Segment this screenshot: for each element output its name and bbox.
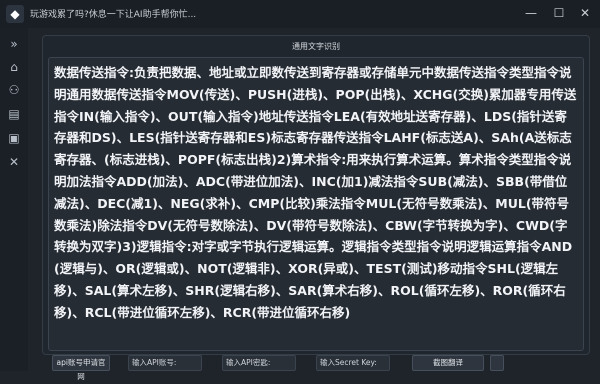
- api-account-input[interactable]: 输入API账号:: [128, 355, 202, 371]
- document-icon[interactable]: ▤: [6, 106, 22, 122]
- sidebar: » ⌂ ⚇ ▤ ▣ ✕: [0, 28, 28, 371]
- file-icon[interactable]: ▣: [6, 130, 22, 146]
- ocr-result-textarea[interactable]: 数据传送指令:负责把数据、地址或立即数传送到寄存器或存储单元中数据传送指令类型指…: [48, 57, 584, 351]
- bottom-bar: api账号申请官网 输入API账号: 输入API密匙: 输入Secret Key…: [0, 355, 600, 381]
- api-account-link[interactable]: api账号申请官网: [52, 355, 110, 381]
- screenshot-translate-button[interactable]: 截图翻译: [412, 355, 484, 371]
- game-icon[interactable]: ⚇: [6, 82, 22, 98]
- ocr-panel: 通用文字识别 数据传送指令:负责把数据、地址或立即数传送到寄存器或存储单元中数据…: [42, 35, 590, 355]
- home-icon[interactable]: ⌂: [6, 59, 22, 75]
- api-secret-input[interactable]: 输入API密匙:: [222, 355, 296, 371]
- ocr-result-text: 数据传送指令:负责把数据、地址或立即数传送到寄存器或存储单元中数据传送指令类型指…: [54, 65, 577, 320]
- maximize-icon[interactable]: ☐: [550, 4, 568, 22]
- expand-icon[interactable]: »: [6, 36, 22, 52]
- app-logo-icon: ◆: [6, 5, 24, 23]
- secret-key-input[interactable]: 输入Secret Key:: [316, 355, 390, 371]
- title-bar: ◆ 玩游戏累了吗?休息一下让AI助手帮你忙... — ☐ ✕: [0, 0, 600, 28]
- close-icon[interactable]: ✕: [6, 154, 22, 170]
- panel-title: 通用文字识别: [292, 42, 340, 51]
- minimize-icon[interactable]: —: [522, 4, 540, 22]
- window-title: 玩游戏累了吗?休息一下让AI助手帮你忙...: [30, 10, 197, 20]
- dropdown-toggle[interactable]: [490, 355, 504, 371]
- close-window-icon[interactable]: ✕: [576, 4, 594, 22]
